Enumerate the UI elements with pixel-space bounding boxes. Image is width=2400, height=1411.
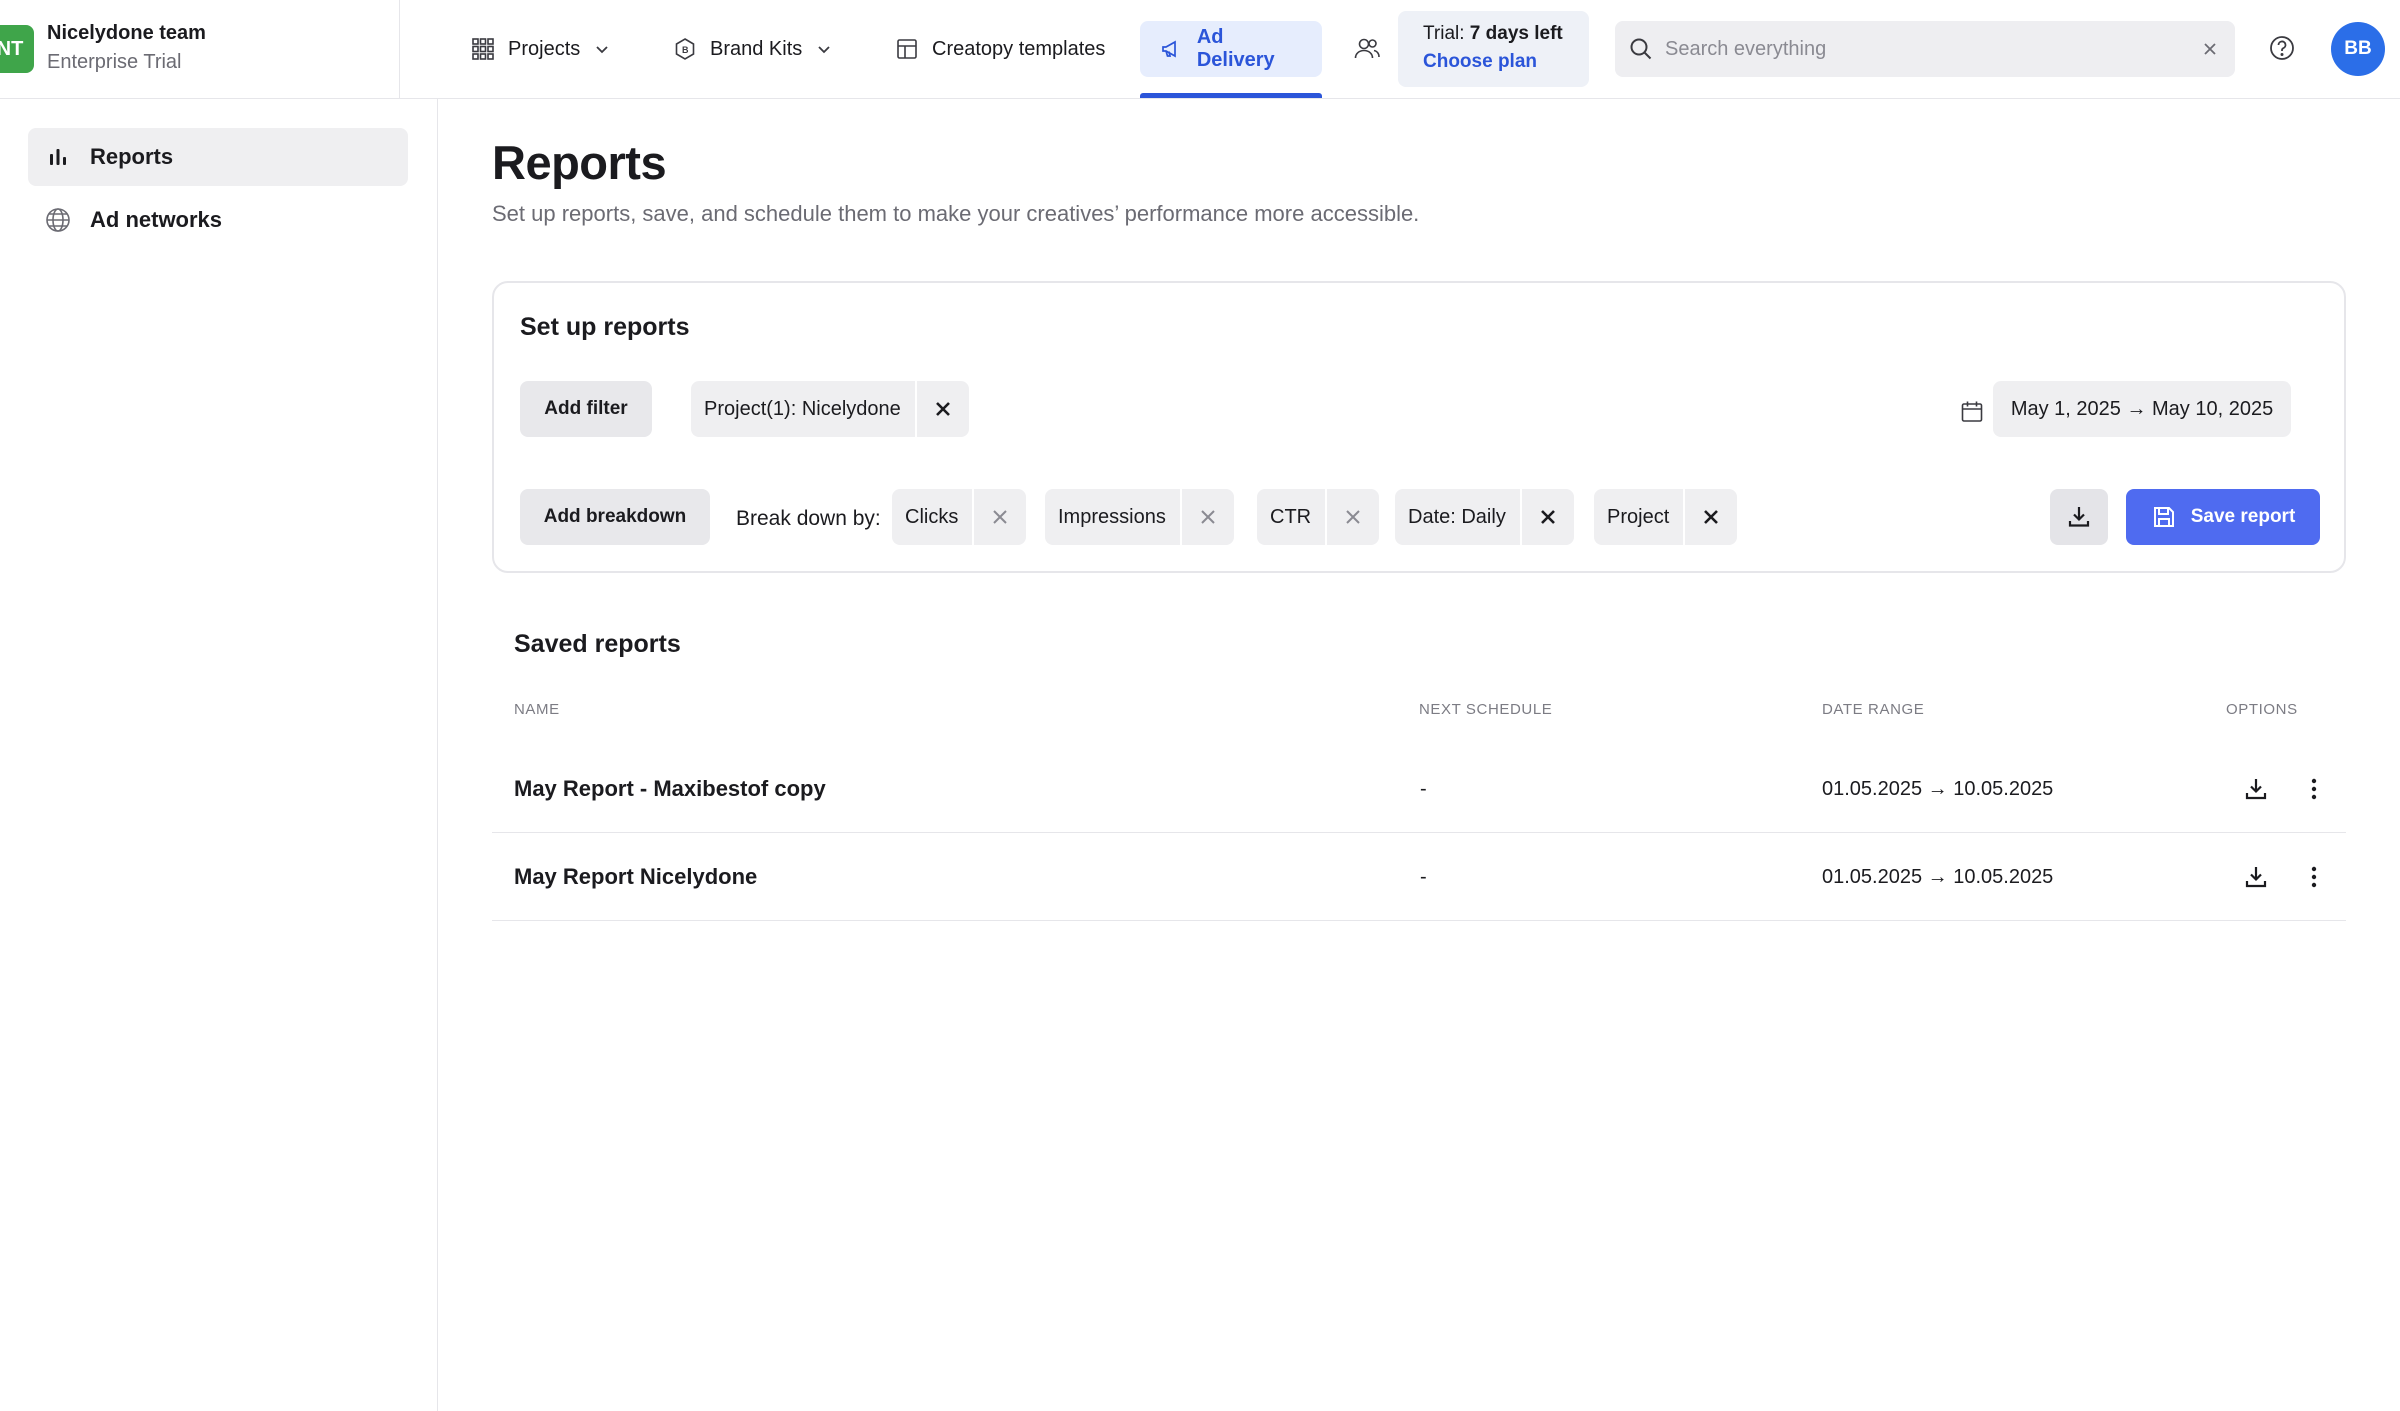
choose-plan-link[interactable]: Choose plan — [1423, 51, 1589, 73]
trial-status: Trial: 7 days left — [1423, 23, 1589, 45]
date-range-picker[interactable]: May 1, 2025 → May 10, 2025 — [1993, 381, 2291, 437]
nav-ad-delivery-label: Ad Delivery — [1196, 26, 1275, 71]
table-row[interactable]: May Report Nicelydone - 01.05.2025 → 10.… — [492, 833, 2346, 921]
download-icon — [2068, 507, 2090, 527]
breakdown-chip-label: Project — [1607, 505, 1670, 528]
report-next-schedule: - — [1420, 778, 1427, 800]
sidebar-item-reports[interactable]: Reports — [28, 128, 408, 186]
add-filter-button[interactable]: Add filter — [520, 381, 652, 437]
trial-prefix: Trial: — [1423, 23, 1470, 44]
breakdown-chip-label: Clicks — [905, 505, 959, 528]
download-icon[interactable] — [2242, 863, 2270, 891]
bar-chart-icon — [44, 143, 72, 171]
breakdown-label: Break down by: — [736, 507, 881, 530]
team-switcher[interactable]: NT Nicelydone team Enterprise Trial — [0, 0, 400, 99]
more-options-icon[interactable] — [2300, 775, 2328, 803]
remove-breakdown-icon[interactable] — [972, 489, 1026, 545]
filter-chip-value: Nicelydone — [801, 397, 901, 420]
team-avatar[interactable]: NT — [0, 25, 34, 73]
team-plan: Enterprise Trial — [47, 51, 182, 73]
filter-chip-project[interactable]: Project(1): Nicelydone — [691, 381, 969, 437]
filter-chip-key: Project(1): — [704, 397, 802, 420]
megaphone-icon — [1160, 36, 1185, 62]
save-report-label: Save report — [2190, 506, 2296, 527]
nav-projects-label: Projects — [508, 37, 581, 60]
nav-brand-kits[interactable]: B Brand Kits — [652, 21, 854, 77]
more-options-icon[interactable] — [2300, 863, 2328, 891]
column-header-name: NAME — [514, 701, 560, 718]
remove-filter-icon[interactable] — [914, 381, 969, 437]
nav-brand-kits-label: Brand Kits — [710, 37, 803, 60]
breakdown-chip-label: Date: Daily — [1408, 505, 1506, 528]
report-date-range: 01.05.2025 → 10.05.2025 — [1822, 778, 2054, 800]
sidebar-item-ad-networks[interactable]: Ad networks — [28, 191, 408, 249]
download-icon[interactable] — [2242, 775, 2270, 803]
nav-ad-delivery[interactable]: Ad Delivery — [1140, 21, 1322, 77]
team-name: Nicelydone team — [47, 22, 206, 44]
remove-breakdown-icon[interactable] — [1325, 489, 1379, 545]
sidebar-item-label: Ad networks — [90, 207, 223, 232]
saved-reports-title: Saved reports — [514, 630, 681, 658]
table-row[interactable]: May Report - Maxibestof copy - 01.05.202… — [492, 745, 2346, 833]
nav-creatopy-templates[interactable]: Creatopy templates — [874, 21, 1125, 77]
trial-banner: Trial: 7 days left Choose plan — [1398, 11, 1589, 87]
breakdown-chip-date-daily[interactable]: Date: Daily — [1395, 489, 1574, 545]
breakdown-chip-label: CTR — [1270, 505, 1312, 528]
report-name[interactable]: May Report - Maxibestof copy — [514, 776, 826, 802]
nav-templates-label: Creatopy templates — [932, 37, 1106, 60]
help-icon[interactable] — [2267, 33, 2297, 63]
remove-breakdown-icon[interactable] — [1519, 489, 1574, 545]
search-icon — [1630, 38, 1652, 60]
close-icon[interactable] — [2199, 38, 2221, 60]
user-avatar[interactable]: BB — [2331, 22, 2385, 76]
grid-icon — [470, 36, 496, 62]
add-breakdown-button[interactable]: Add breakdown — [520, 489, 710, 545]
save-icon — [2153, 507, 2174, 527]
column-header-options: OPTIONS — [2226, 701, 2298, 718]
breakdown-chip-impressions[interactable]: Impressions — [1045, 489, 1234, 545]
breakdown-chip-project[interactable]: Project — [1594, 489, 1738, 545]
page-subtitle: Set up reports, save, and schedule them … — [492, 201, 1420, 226]
remove-breakdown-icon[interactable] — [1179, 489, 1234, 545]
search-bar[interactable] — [1615, 21, 2235, 77]
globe-icon — [44, 206, 72, 234]
setup-reports-title: Set up reports — [520, 313, 690, 341]
active-tab-indicator — [1140, 93, 1322, 98]
chevron-down-icon — [816, 40, 834, 58]
download-report-button[interactable] — [2050, 489, 2108, 545]
template-icon — [894, 36, 920, 62]
top-bar: NT Nicelydone team Enterprise Trial Proj… — [0, 0, 2400, 99]
sidebar: Reports Ad networks — [0, 99, 438, 1411]
trial-days-left: 7 days left — [1469, 23, 1563, 44]
column-header-date-range: DATE RANGE — [1822, 701, 1925, 718]
breakdown-chip-clicks[interactable]: Clicks — [892, 489, 1027, 545]
report-date-range: 01.05.2025 → 10.05.2025 — [1822, 866, 2054, 888]
breakdown-chip-label: Impressions — [1058, 505, 1166, 528]
brand-kit-icon: B — [672, 36, 698, 62]
remove-breakdown-icon[interactable] — [1683, 489, 1737, 545]
report-next-schedule: - — [1420, 866, 1427, 888]
search-input[interactable] — [1665, 37, 2199, 61]
chevron-down-icon — [594, 40, 612, 58]
report-name[interactable]: May Report Nicelydone — [514, 864, 757, 890]
setup-reports-card: Set up reports Add filter Project(1): Ni… — [492, 281, 2346, 573]
column-header-next-schedule: NEXT SCHEDULE — [1419, 701, 1553, 718]
save-report-button[interactable]: Save report — [2126, 489, 2320, 545]
breakdown-chip-ctr[interactable]: CTR — [1257, 489, 1380, 545]
team-members-icon[interactable] — [1352, 34, 1382, 64]
sidebar-item-label: Reports — [90, 144, 174, 169]
calendar-icon — [1961, 401, 1983, 422]
nav-projects[interactable]: Projects — [450, 21, 632, 77]
page-title: Reports — [492, 136, 667, 189]
filter-chip-label: Project(1): Nicelydone — [691, 398, 915, 421]
svg-text:B: B — [682, 45, 689, 55]
